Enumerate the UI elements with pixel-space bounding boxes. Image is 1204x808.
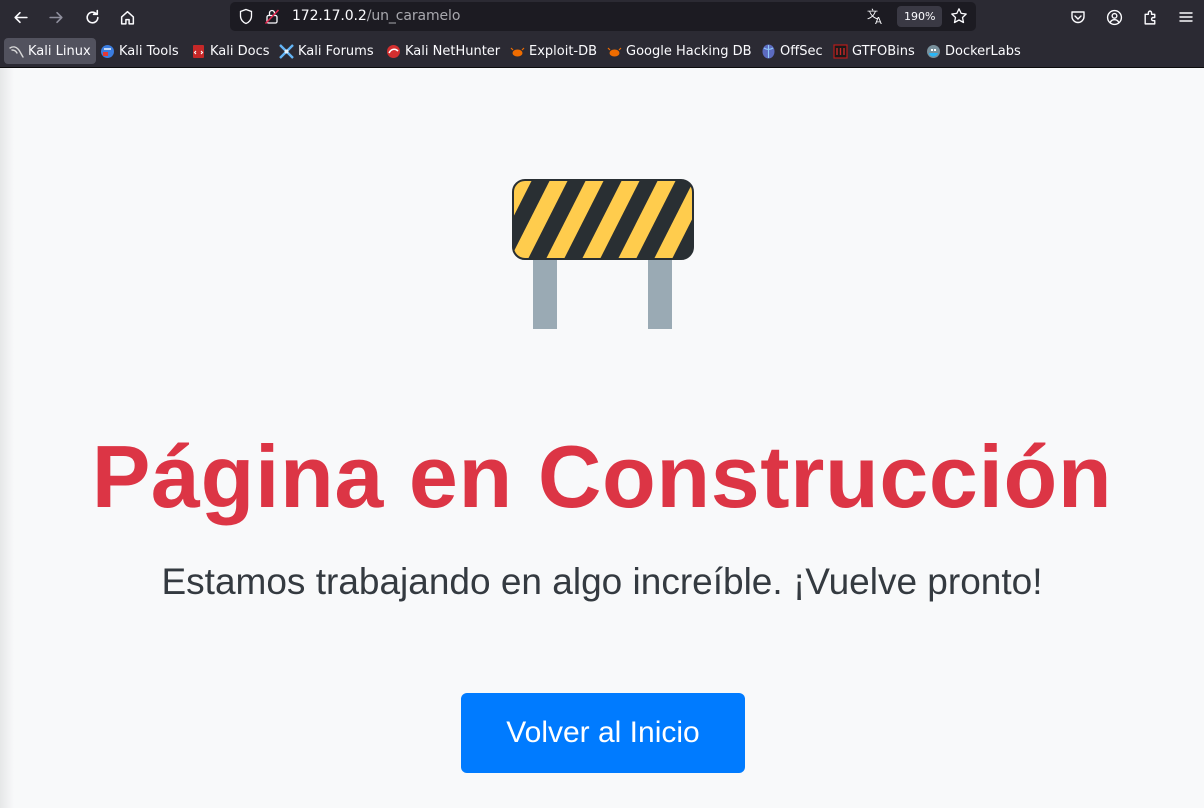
kali-tools-icon [100, 44, 115, 59]
browser-toolbar: 172.17.0.2/un_caramelo 文A 190% [0, 0, 1204, 34]
bookmark-label: Kali NetHunter [405, 43, 501, 59]
hamburger-menu-icon[interactable] [1174, 5, 1198, 29]
gtfobins-icon [833, 43, 848, 59]
lock-icon[interactable] [264, 8, 280, 30]
page-content: Página en Construcción Estamos trabajand… [0, 68, 1204, 808]
puzzle-icon[interactable] [1138, 5, 1162, 29]
bookmark-google-hacking-db[interactable]: Google Hacking DB [602, 38, 757, 64]
bookmarks-toolbar: Kali Linux Kali Tools Kali Docs Kali For… [0, 34, 1204, 68]
translate-icon[interactable]: 文A [867, 7, 885, 30]
home-icon [120, 10, 134, 25]
bookmark-label: OffSec [780, 43, 823, 59]
home-button[interactable] [114, 4, 140, 30]
account-icon[interactable] [1102, 5, 1126, 29]
bookmark-label: Exploit-DB [529, 43, 598, 59]
url-path: /un_caramelo [366, 8, 461, 24]
bookmark-label: Kali Forums [298, 43, 374, 59]
shield-icon[interactable] [238, 8, 254, 30]
back-to-home-button[interactable]: Volver al Inicio [461, 693, 745, 773]
arrow-left-icon [13, 11, 28, 23]
bookmark-label: Kali Linux [28, 43, 91, 59]
page-subtitle: Estamos trabajando en algo increíble. ¡V… [161, 561, 1043, 602]
bookmark-exploit-db[interactable]: Exploit-DB [505, 38, 602, 64]
bookmark-kali-forums[interactable]: Kali Forums [274, 38, 379, 64]
svg-text:A: A [875, 16, 882, 25]
bookmark-gtfobins[interactable]: GTFOBins [828, 38, 920, 64]
offsec-icon [761, 44, 776, 59]
kali-forums-icon [279, 43, 294, 59]
back-button[interactable] [7, 4, 33, 30]
bookmark-dockerlabs[interactable]: DockerLabs [921, 38, 1026, 64]
pocket-icon[interactable] [1066, 5, 1090, 29]
dockerlabs-icon [926, 44, 941, 59]
kali-dragon-icon [9, 44, 24, 59]
ghdb-bug-icon [607, 44, 622, 59]
construction-barrier-icon [512, 179, 694, 329]
kali-docs-icon [191, 44, 206, 59]
bookmark-offsec[interactable]: OffSec [756, 38, 828, 64]
forward-button[interactable] [43, 4, 69, 30]
bookmark-label: Kali Docs [210, 43, 270, 59]
arrow-right-icon [48, 11, 63, 23]
exploit-db-bug-icon [510, 44, 525, 59]
bookmark-label: Google Hacking DB [626, 43, 752, 59]
star-icon[interactable] [950, 7, 968, 30]
zoom-level[interactable]: 190% [897, 6, 943, 27]
bookmark-label: DockerLabs [945, 43, 1021, 59]
bookmark-label: GTFOBins [852, 43, 915, 59]
bookmark-kali-tools[interactable]: Kali Tools [95, 38, 184, 64]
reload-button[interactable] [79, 4, 105, 30]
reload-icon [85, 9, 99, 24]
bookmark-kali-docs[interactable]: Kali Docs [186, 38, 275, 64]
bookmark-kali-linux[interactable]: Kali Linux [4, 38, 96, 64]
url-text[interactable]: 172.17.0.2/un_caramelo [292, 8, 460, 24]
nethunter-icon [386, 44, 401, 59]
bookmark-label: Kali Tools [119, 43, 179, 59]
url-host: 172.17.0.2 [292, 8, 367, 24]
bookmark-kali-nethunter[interactable]: Kali NetHunter [381, 38, 505, 64]
page-title: Página en Construcción [91, 427, 1113, 526]
url-bar[interactable]: 172.17.0.2/un_caramelo 文A 190% [230, 2, 976, 31]
